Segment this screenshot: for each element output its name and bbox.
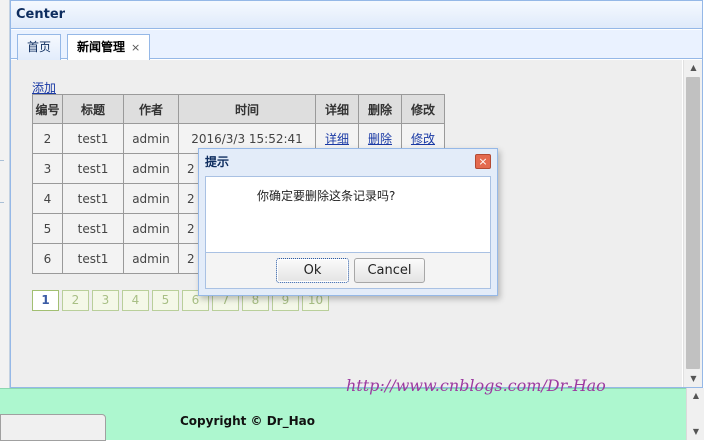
tab-home[interactable]: 首页 — [17, 34, 62, 60]
watermark: http://www.cnblogs.com/Dr-Hao — [346, 376, 606, 395]
ok-button[interactable]: Ok — [276, 258, 349, 283]
content-scrollbar[interactable]: ▲ ▼ — [683, 60, 702, 387]
tab-news-management[interactable]: 新闻管理 × — [67, 34, 151, 61]
column-header-author: 作者 — [123, 94, 179, 124]
close-icon[interactable]: × — [475, 154, 491, 169]
page-button-1[interactable]: 1 — [32, 290, 59, 311]
left-region-divider — [0, 202, 4, 203]
column-header-time: 时间 — [178, 94, 316, 124]
cell-title: test1 — [62, 183, 124, 214]
copyright-text: Copyright © Dr_Hao — [180, 414, 315, 428]
dialog-message: 你确定要删除这条记录吗? — [257, 189, 396, 203]
cell-id: 5 — [32, 213, 63, 244]
cell-id: 2 — [32, 123, 63, 154]
column-header-edit: 修改 — [401, 94, 445, 124]
left-region-edge — [0, 0, 10, 388]
cell-author: admin — [123, 153, 179, 184]
dialog-title: 提示 — [205, 155, 230, 169]
scroll-up-icon[interactable]: ▲ — [684, 60, 703, 76]
panel-title: Center — [11, 1, 702, 29]
page-button-3[interactable]: 3 — [92, 290, 119, 311]
scroll-down-icon[interactable]: ▼ — [684, 371, 703, 387]
column-header-delete: 删除 — [358, 94, 402, 124]
cell-author: admin — [123, 183, 179, 214]
left-region-divider — [0, 160, 4, 161]
tab-close-icon[interactable]: × — [131, 36, 140, 60]
cell-title: test1 — [62, 243, 124, 274]
page-button-5[interactable]: 5 — [152, 290, 179, 311]
cell-author: admin — [123, 243, 179, 274]
cell-title: test1 — [62, 153, 124, 184]
page-button-2[interactable]: 2 — [62, 290, 89, 311]
tab-label: 首页 — [27, 40, 52, 54]
scroll-down-icon[interactable]: ▼ — [687, 424, 704, 440]
cell-id: 6 — [32, 243, 63, 274]
page-button-4[interactable]: 4 — [122, 290, 149, 311]
confirm-dialog: 提示 × 你确定要删除这条记录吗? Ok Cancel — [198, 148, 498, 296]
tabs-bar: 首页 新闻管理 × — [11, 30, 702, 61]
cancel-button[interactable]: Cancel — [354, 258, 425, 283]
scrollbar-thumb[interactable] — [686, 77, 700, 369]
tab-label: 新闻管理 — [77, 40, 126, 54]
column-header-title: 标题 — [62, 94, 124, 124]
scroll-up-icon[interactable]: ▲ — [687, 388, 704, 404]
cell-id: 4 — [32, 183, 63, 214]
column-header-detail: 详细 — [315, 94, 359, 124]
cell-author: admin — [123, 123, 179, 154]
column-header-id: 编号 — [32, 94, 63, 124]
cell-title: test1 — [62, 213, 124, 244]
footer: Copyright © Dr_Hao — [0, 388, 686, 441]
cell-title: test1 — [62, 123, 124, 154]
dialog-footer: Ok Cancel — [205, 253, 491, 289]
dialog-body: 你确定要删除这条记录吗? — [205, 176, 491, 253]
table-header-row: 编号 标题 作者 时间 详细 删除 修改 — [32, 94, 445, 124]
cell-author: admin — [123, 213, 179, 244]
footer-scrollbar[interactable]: ▲ ▼ — [686, 388, 704, 440]
footer-tab — [0, 414, 106, 441]
cell-id: 3 — [32, 153, 63, 184]
